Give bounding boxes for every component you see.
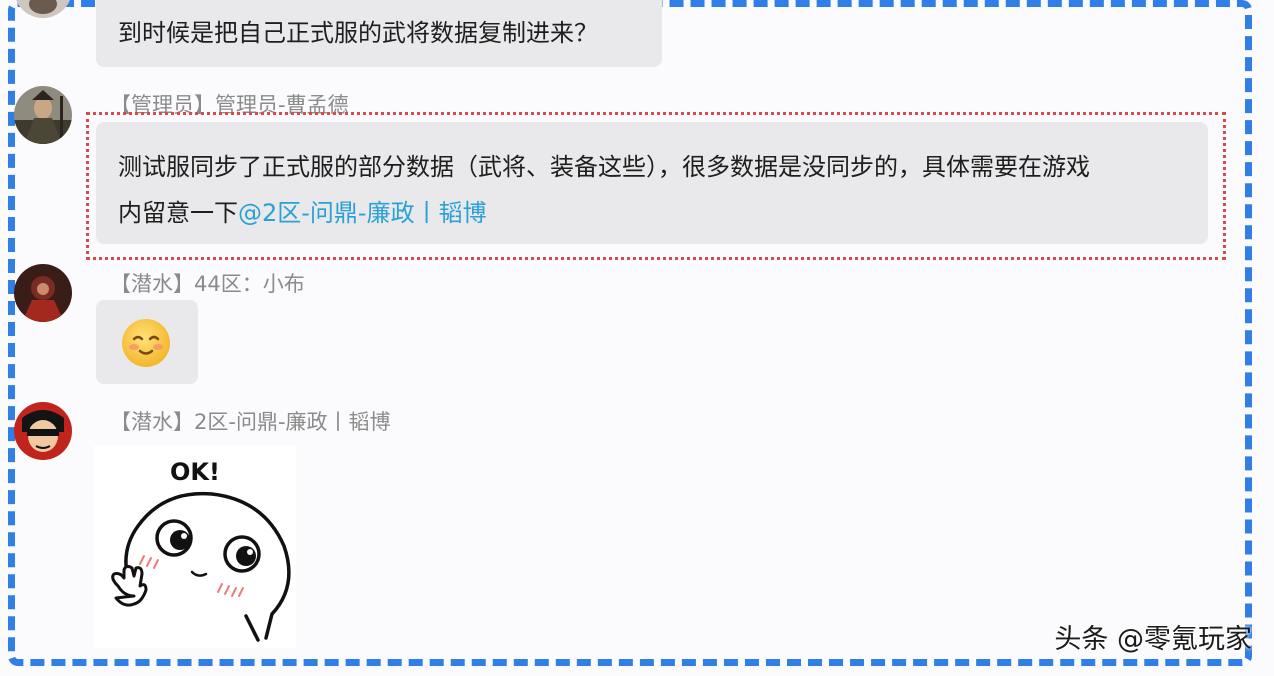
message-bubble[interactable] [96,300,198,384]
message-text: 到时候是把自己正式服的武将数据复制进来？ [118,19,598,47]
avatar-image [14,86,72,144]
sticker-caption: OK! [170,458,220,486]
avatar[interactable] [14,264,72,322]
avatar-image [14,264,72,322]
ok-sticker-drawing: OK! [111,458,291,642]
avatar[interactable] [14,402,72,460]
highlight-box [86,112,1226,260]
avatar-image [14,0,72,18]
message-bubble[interactable]: 到时候是把自己正式服的武将数据复制进来？ [96,0,662,67]
watermark-text: 头条 @零氪玩家 [1054,624,1252,655]
avatar[interactable] [14,0,72,18]
avatar-image [14,402,72,460]
ok-sticker[interactable]: OK! [94,446,296,648]
blush-smile-emoji-icon [122,319,170,367]
sender-name: 【潜水】2区-问鼎-廉政丨韬博 [110,410,391,434]
avatar[interactable] [14,86,72,144]
sender-name: 【潜水】44区：小布 [110,272,305,296]
